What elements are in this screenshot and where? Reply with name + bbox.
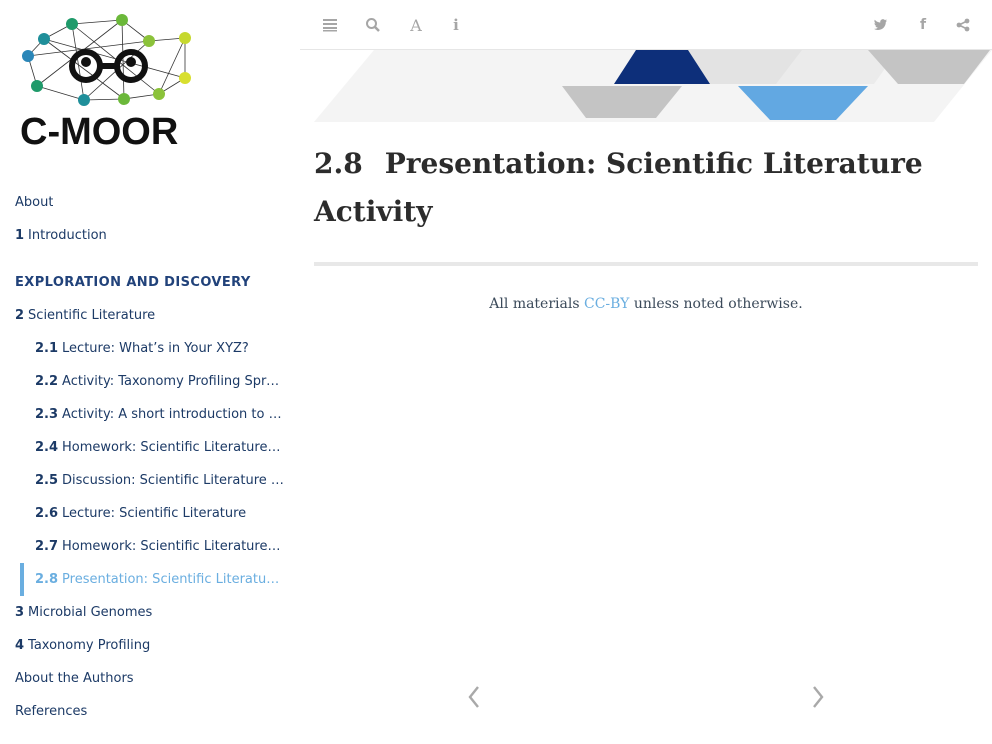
- search-icon[interactable]: [362, 14, 384, 36]
- license-prefix: All materials: [489, 296, 584, 312]
- header-banner: [314, 50, 992, 122]
- toc-item-label: Taxonomy Profiling: [28, 638, 151, 653]
- toc-item-label: Activity: Taxonomy Profiling Spre…: [62, 374, 284, 389]
- toc-item-label: Scientific Literature: [28, 308, 156, 323]
- toc-item-number: 2.8: [35, 572, 59, 587]
- toc-item-4-taxonomy-profiling[interactable]: 4 Taxonomy Profiling: [0, 629, 300, 662]
- toc-item-2-1-lecture-what-s-in-your-xyz[interactable]: 2.1 Lecture: What’s in Your XYZ?: [0, 332, 300, 365]
- toc-list: About 1 Introduction EXPLORATION AND DISCOV…: [0, 186, 300, 728]
- toc-item-number: 2.4: [35, 440, 59, 455]
- network-nodes: [22, 14, 191, 106]
- chevron-right-icon[interactable]: [808, 682, 828, 712]
- toc-item-label: Lecture: What’s in Your XYZ?: [62, 341, 249, 356]
- toc-item-2-5-discussion-scientific-literature[interactable]: 2.5 Discussion: Scientific Literature P…: [0, 464, 300, 497]
- toc-item-references[interactable]: References: [0, 695, 300, 728]
- book-toolbar: A i f: [300, 0, 992, 50]
- sidebar: C-MOOR About 1 Introduction EXPLORATION AND…: [0, 0, 300, 744]
- toc-part-header: EXPLORATION AND DISCOVERY: [0, 252, 300, 299]
- toc-item-2-7-homework-scientific-literature-a[interactable]: 2.7 Homework: Scientific Literature A…: [0, 530, 300, 563]
- title-divider: [314, 262, 978, 266]
- toc-item-number: 2.7: [35, 539, 59, 554]
- license-note: All materials CC-BY unless noted otherwi…: [314, 296, 978, 312]
- toc-item-number: 2.6: [35, 506, 59, 521]
- toc-item-2-scientific-literature[interactable]: 2 Scientific Literature: [0, 299, 300, 332]
- license-suffix: unless noted otherwise.: [629, 296, 803, 312]
- toc-item-label: References: [15, 704, 88, 719]
- section-number: 2.8: [314, 147, 363, 180]
- toc-item-label: Homework: Scientific Literature P…: [62, 440, 284, 455]
- toc-toggle-icon[interactable]: [319, 14, 341, 36]
- toc-item-label: Homework: Scientific Literature A…: [62, 539, 284, 554]
- toc-item-label: Presentation: Scientific Literature…: [62, 572, 284, 587]
- toc-item-label: Introduction: [28, 228, 107, 243]
- twitter-icon[interactable]: [870, 14, 892, 36]
- c-moor-logo[interactable]: C-MOOR: [14, 8, 210, 153]
- toc-item-label: About the Authors: [15, 671, 134, 686]
- share-icon[interactable]: [952, 14, 974, 36]
- info-icon[interactable]: i: [445, 14, 467, 36]
- toc-item-number: 2.5: [35, 473, 59, 488]
- toc-item-label: Activity: A short introduction to G…: [62, 407, 284, 422]
- toc-item-2-6-lecture-scientific-literature[interactable]: 2.6 Lecture: Scientific Literature: [0, 497, 300, 530]
- chevron-left-icon[interactable]: [464, 682, 484, 712]
- toc-item-3-microbial-genomes[interactable]: 3 Microbial Genomes: [0, 596, 300, 629]
- font-settings-icon[interactable]: A: [405, 14, 427, 36]
- page-title: 2.8 Presentation: Scientific Literature A…: [314, 140, 978, 236]
- toc-item-2-2-activity-taxonomy-profiling-spre[interactable]: 2.2 Activity: Taxonomy Profiling Spre…: [0, 365, 300, 398]
- main-content: 2.8 Presentation: Scientific Literature A…: [314, 140, 978, 312]
- license-link[interactable]: CC-BY: [584, 296, 629, 312]
- facebook-icon[interactable]: f: [912, 14, 934, 36]
- page-title-text: Presentation: Scientific Literature Acti…: [314, 147, 923, 228]
- toc-item-1-introduction[interactable]: 1 Introduction: [0, 219, 300, 252]
- toc-item-label: Microbial Genomes: [28, 605, 153, 620]
- binoculars-icon: [69, 49, 148, 83]
- toc-item-about-the-authors[interactable]: About the Authors: [0, 662, 300, 695]
- network-lines: [27, 19, 186, 101]
- toc-item-label: EXPLORATION AND DISCOVERY: [15, 275, 251, 290]
- toc-item-number: 3: [15, 605, 25, 620]
- toc-item-number: 2.2: [35, 374, 59, 389]
- toc-item-number: 1: [15, 228, 25, 243]
- toc-item-number: 4: [15, 638, 25, 653]
- toc-item-number: 2.3: [35, 407, 59, 422]
- toc-item-label: Discussion: Scientific Literature P…: [62, 473, 284, 488]
- toc-item-number: 2: [15, 308, 25, 323]
- toc-item-label: About: [15, 195, 54, 210]
- logo-text: C-MOOR: [20, 111, 178, 153]
- toc-item-number: 2.1: [35, 341, 59, 356]
- toc-item-2-8-presentation-scientific-literatu[interactable]: 2.8 Presentation: Scientific Literature…: [0, 563, 300, 596]
- toc-item-label: Lecture: Scientific Literature: [62, 506, 247, 521]
- toc-item-about[interactable]: About: [0, 186, 300, 219]
- toc-item-2-3-activity-a-short-introduction-to[interactable]: 2.3 Activity: A short introduction to G…: [0, 398, 300, 431]
- toc-item-2-4-homework-scientific-literature-p[interactable]: 2.4 Homework: Scientific Literature P…: [0, 431, 300, 464]
